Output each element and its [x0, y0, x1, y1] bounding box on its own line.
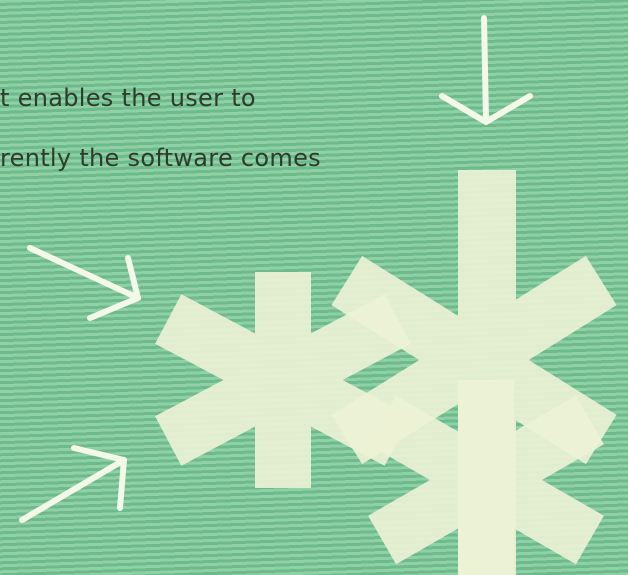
illustration-panel: t enables the user to rently the softwar…: [0, 0, 628, 575]
diagonal-arrow-down-right-icon: [27, 245, 141, 321]
down-arrow-icon: [439, 15, 533, 125]
small-asterisk-icon: [368, 380, 604, 575]
diagonal-arrow-up-right-icon: [19, 445, 127, 523]
asterisk-illustration: [19, 15, 617, 575]
medium-asterisk-icon: [155, 272, 411, 488]
